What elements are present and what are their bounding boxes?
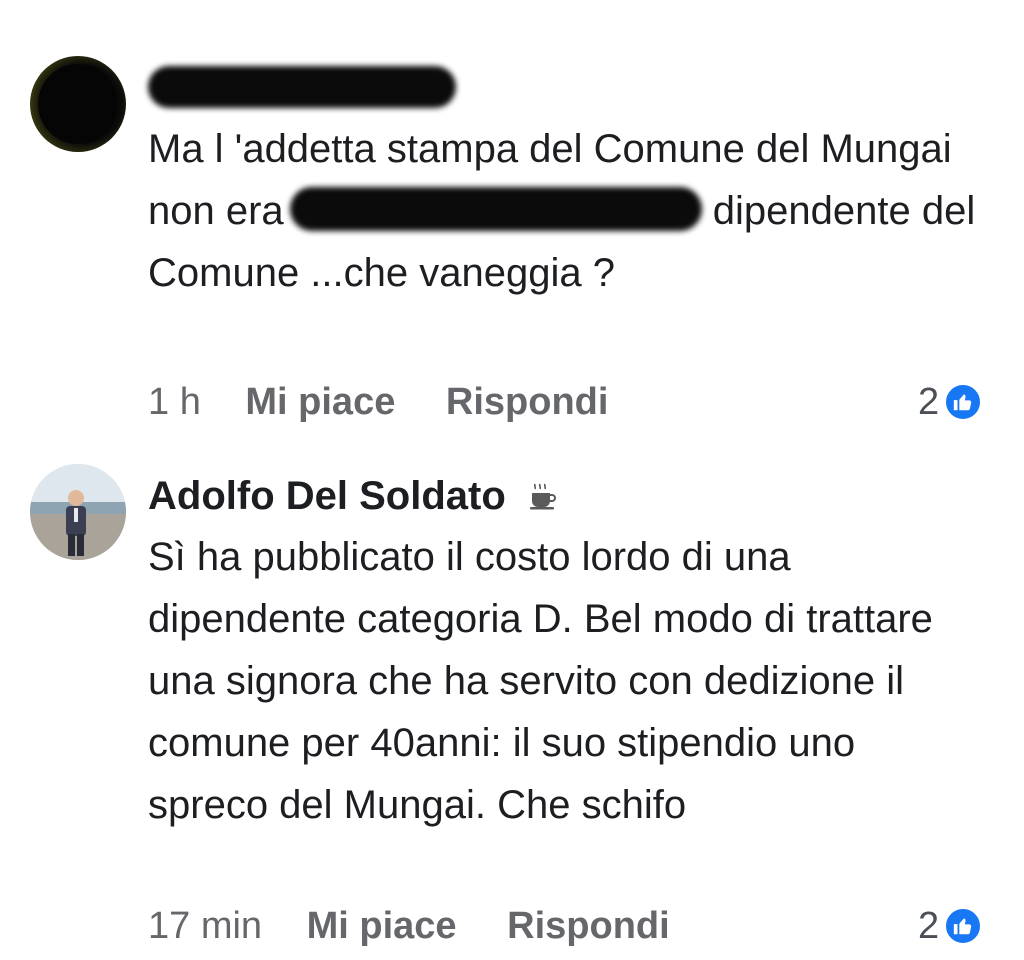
reaction-summary[interactable]: 2 (918, 378, 984, 426)
timestamp[interactable]: 17 min (148, 905, 262, 947)
reply-link[interactable]: Rispondi (446, 381, 609, 423)
thumbs-up-icon (943, 382, 984, 422)
profile-photo-icon (30, 464, 126, 560)
thumbs-up-icon (943, 906, 984, 946)
reaction-count: 2 (918, 381, 940, 423)
comment-meta: 1 h Mi piace Rispondi (148, 378, 608, 426)
like-link[interactable]: Mi piace (307, 905, 457, 947)
comment-text: Ma l 'addetta stampa del Comune del Mung… (148, 118, 988, 304)
author-name[interactable]: Adolfo Del Soldato (148, 472, 557, 522)
comment-2: Adolfo Del Soldato Sì ha pubblicato il c… (0, 440, 1024, 960)
coffee-cup-icon (527, 474, 557, 522)
timestamp[interactable]: 1 h (148, 381, 201, 423)
redacted-name-inline (289, 187, 702, 232)
redacted-avatar-icon (38, 64, 118, 144)
comment-1: Ma l 'addetta stampa del Comune del Mung… (0, 0, 1024, 440)
like-link[interactable]: Mi piace (245, 381, 395, 423)
reply-link[interactable]: Rispondi (507, 905, 670, 947)
author-name-text[interactable]: Adolfo Del Soldato (148, 474, 506, 518)
avatar[interactable] (30, 56, 126, 152)
comment-text: Sì ha pubblicato il costo lordo di una d… (148, 535, 933, 827)
author-name-redacted[interactable] (148, 66, 456, 108)
comment-meta: 17 min Mi piace Rispondi (148, 902, 670, 950)
reaction-count: 2 (918, 905, 940, 947)
avatar[interactable] (30, 464, 126, 560)
reaction-summary[interactable]: 2 (918, 902, 984, 950)
